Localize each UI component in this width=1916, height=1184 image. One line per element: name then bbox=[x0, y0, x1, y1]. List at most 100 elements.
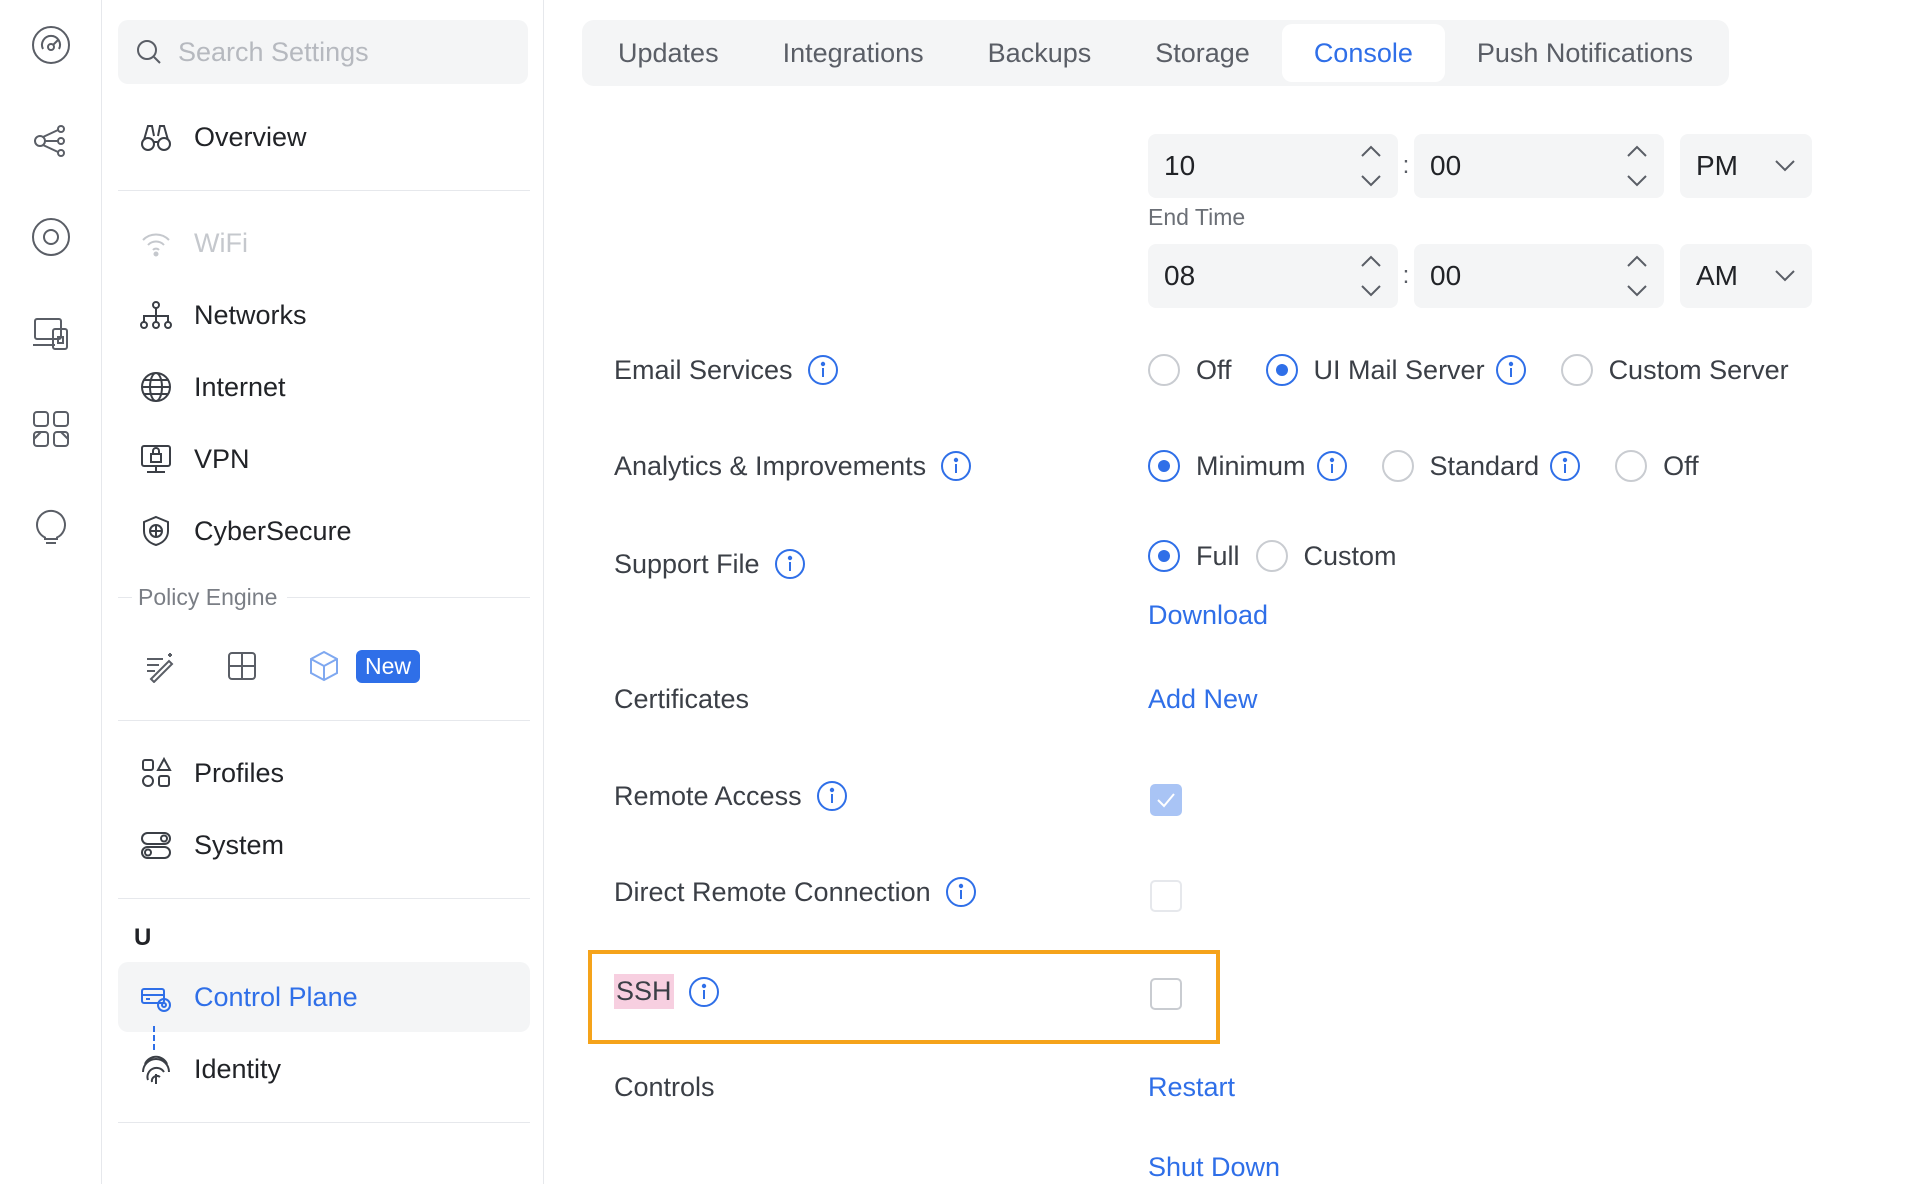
analytics-option-standard[interactable]: Standard bbox=[1381, 450, 1582, 482]
info-icon[interactable] bbox=[1495, 354, 1527, 386]
end-hour-stepper[interactable]: 08 bbox=[1148, 244, 1398, 308]
globe-icon bbox=[138, 369, 174, 405]
radio-off[interactable] bbox=[1615, 450, 1648, 482]
shut-down-link[interactable]: Shut Down bbox=[1148, 1152, 1280, 1183]
sidebar-item-internet[interactable]: Internet bbox=[118, 352, 530, 422]
client-devices-icon[interactable] bbox=[26, 308, 76, 358]
info-icon[interactable] bbox=[774, 548, 806, 580]
info-icon[interactable] bbox=[945, 876, 977, 908]
insights-icon[interactable] bbox=[26, 500, 76, 550]
radio-custom-server[interactable] bbox=[1560, 354, 1593, 386]
toggles-icon bbox=[138, 827, 174, 863]
sidebar-item-system[interactable]: System bbox=[118, 810, 530, 880]
restart-link[interactable]: Restart bbox=[1148, 1072, 1235, 1103]
analytics-option-minimum[interactable]: Minimum bbox=[1148, 450, 1348, 482]
policy-magic-icon[interactable] bbox=[138, 644, 182, 688]
radio-off[interactable] bbox=[1148, 354, 1180, 386]
start-minute-stepper[interactable]: 00 bbox=[1414, 134, 1664, 198]
tab-updates[interactable]: Updates bbox=[586, 24, 751, 82]
email-option-off[interactable]: Off bbox=[1148, 354, 1232, 386]
search-input[interactable] bbox=[178, 36, 518, 68]
end-minute-stepper[interactable]: 00 bbox=[1414, 244, 1664, 308]
dashboard-icon[interactable] bbox=[26, 20, 76, 70]
policy-grid-icon[interactable] bbox=[220, 644, 264, 688]
shield-icon bbox=[138, 513, 174, 549]
radio-ui-mail-server[interactable] bbox=[1265, 354, 1298, 386]
support-option-custom[interactable]: Custom bbox=[1255, 540, 1397, 572]
info-icon[interactable] bbox=[807, 354, 839, 386]
support-file-label: Support File bbox=[614, 548, 760, 579]
binoculars-icon bbox=[138, 119, 174, 155]
analytics-options: Minimum Standard Off bbox=[1148, 450, 1699, 482]
tab-backups[interactable]: Backups bbox=[956, 24, 1124, 82]
analytics-option-off[interactable]: Off bbox=[1615, 450, 1699, 482]
sidebar-item-control-plane[interactable]: Control Plane bbox=[118, 962, 530, 1032]
vpn-icon bbox=[138, 441, 174, 477]
radio-full[interactable] bbox=[1148, 540, 1180, 572]
add-new-certificate-link[interactable]: Add New bbox=[1148, 684, 1258, 715]
sidebar-item-cybersecure[interactable]: CyberSecure bbox=[118, 496, 530, 566]
radio-minimum[interactable] bbox=[1148, 450, 1180, 482]
radio-custom[interactable] bbox=[1255, 540, 1288, 572]
chevron-up-icon[interactable] bbox=[1626, 254, 1648, 268]
remote-access-checkbox[interactable] bbox=[1150, 784, 1182, 816]
sidebar-item-label: Overview bbox=[194, 121, 307, 152]
remote-access-label: Remote Access bbox=[614, 780, 802, 811]
controls-label: Controls bbox=[614, 1072, 715, 1102]
option-label: Custom Server bbox=[1608, 354, 1789, 385]
sidebar-item-overview[interactable]: Overview bbox=[118, 102, 530, 172]
info-icon[interactable] bbox=[940, 450, 972, 482]
support-file-options: Full Custom bbox=[1148, 540, 1397, 572]
start-hour-stepper[interactable]: 10 bbox=[1148, 134, 1398, 198]
network-tree-icon bbox=[138, 297, 174, 333]
direct-remote-checkbox[interactable] bbox=[1150, 880, 1182, 912]
apps-icon[interactable] bbox=[26, 404, 76, 454]
chevron-up-icon[interactable] bbox=[1626, 144, 1648, 158]
search-box[interactable] bbox=[118, 20, 528, 84]
download-link[interactable]: Download bbox=[1148, 600, 1268, 631]
support-file-row-label: Support File bbox=[614, 548, 806, 580]
chevron-down-icon[interactable] bbox=[1360, 174, 1382, 188]
info-icon[interactable] bbox=[1549, 450, 1581, 482]
support-option-full[interactable]: Full bbox=[1148, 540, 1240, 572]
sidebar-item-label: Identity bbox=[194, 1053, 282, 1084]
email-option-custom-server[interactable]: Custom Server bbox=[1560, 354, 1789, 386]
tab-push-notifications[interactable]: Push Notifications bbox=[1445, 24, 1725, 82]
topology-icon[interactable] bbox=[26, 116, 76, 166]
option-label: UI Mail Server bbox=[1313, 354, 1485, 385]
end-period-select[interactable]: AM bbox=[1680, 244, 1812, 308]
sidebar-item-networks[interactable]: Networks bbox=[118, 280, 530, 350]
chevron-up-icon[interactable] bbox=[1360, 144, 1382, 158]
chevron-up-icon[interactable] bbox=[1360, 254, 1382, 268]
info-icon[interactable] bbox=[1316, 450, 1348, 482]
option-label: Off bbox=[1663, 450, 1699, 481]
tab-integrations[interactable]: Integrations bbox=[751, 24, 956, 82]
info-icon[interactable] bbox=[688, 976, 720, 1008]
tab-console[interactable]: Console bbox=[1281, 24, 1445, 82]
radio-standard[interactable] bbox=[1381, 450, 1414, 482]
ssh-checkbox[interactable] bbox=[1150, 978, 1182, 1010]
start-hour-value: 10 bbox=[1164, 150, 1196, 181]
section-u-label: U bbox=[134, 924, 152, 951]
certificates-row-label: Certificates bbox=[614, 684, 749, 715]
chevron-down-icon[interactable] bbox=[1360, 284, 1382, 298]
start-period-select[interactable]: PM bbox=[1680, 134, 1812, 198]
ssh-label: SSH bbox=[614, 974, 674, 1009]
email-option-ui-mail-server[interactable]: UI Mail Server bbox=[1265, 354, 1527, 386]
chevron-down-icon[interactable] bbox=[1626, 284, 1648, 298]
info-icon[interactable] bbox=[816, 780, 848, 812]
sidebar-item-profiles[interactable]: Profiles bbox=[118, 738, 530, 808]
end-time-label: End Time bbox=[1148, 204, 1246, 230]
new-badge: New bbox=[356, 649, 421, 683]
devices-icon[interactable] bbox=[26, 212, 76, 262]
sidebar-item-identity[interactable]: Identity bbox=[118, 1034, 530, 1104]
sidebar-item-vpn[interactable]: VPN bbox=[118, 424, 530, 494]
policy-cube-icon[interactable] bbox=[302, 644, 346, 688]
sidebar-item-label: Profiles bbox=[194, 757, 285, 788]
chevron-down-icon[interactable] bbox=[1626, 174, 1648, 188]
option-label: Minimum bbox=[1196, 450, 1306, 481]
app-rail bbox=[0, 0, 102, 1184]
wifi-icon bbox=[138, 225, 174, 261]
sidebar-item-wifi[interactable]: WiFi bbox=[118, 208, 530, 278]
tab-storage[interactable]: Storage bbox=[1123, 24, 1282, 82]
